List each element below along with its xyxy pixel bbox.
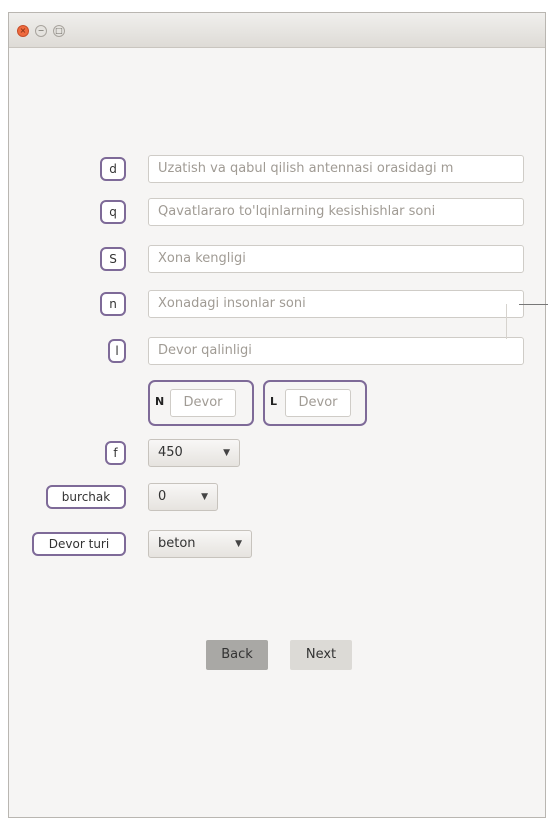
people-count-input[interactable]: Xonadagi insonlar soni xyxy=(148,290,524,318)
wall-thickness-input[interactable]: Devor qalinligi xyxy=(148,337,524,365)
frequency-select[interactable]: 450 ▼ xyxy=(148,439,240,467)
angle-value: 0 xyxy=(158,489,167,504)
chevron-down-icon: ▼ xyxy=(201,492,208,502)
maximize-window-button[interactable]: □ xyxy=(53,25,65,37)
label-d: d xyxy=(100,157,126,181)
label-s: S xyxy=(100,247,126,271)
label-f: f xyxy=(105,441,126,465)
wall-type-value: beton xyxy=(158,536,196,551)
intersections-input[interactable]: Qavatlararo to'lqinlarning kesishishlar … xyxy=(148,198,524,226)
angle-select[interactable]: 0 ▼ xyxy=(148,483,218,511)
wall-l-group: L Devor xyxy=(263,380,367,426)
title-bar: × − □ xyxy=(9,13,545,48)
label-l: l xyxy=(108,339,126,363)
wall-type-select[interactable]: beton ▼ xyxy=(148,530,252,558)
label-q: q xyxy=(100,200,126,224)
wall-l-input[interactable]: Devor xyxy=(285,389,351,417)
frequency-value: 450 xyxy=(158,445,183,460)
chevron-down-icon: ▼ xyxy=(235,539,242,549)
label-n: n xyxy=(100,292,126,316)
distance-input[interactable]: Uzatish va qabul qilish antennasi orasid… xyxy=(148,155,524,183)
side-connector-line xyxy=(519,304,548,305)
label-devor-turi: Devor turi xyxy=(32,532,126,556)
wall-n-group: N Devor xyxy=(148,380,254,426)
room-width-input[interactable]: Xona kengligi xyxy=(148,245,524,273)
wall-n-input[interactable]: Devor xyxy=(170,389,236,417)
next-button[interactable]: Next xyxy=(290,640,352,670)
close-window-button[interactable]: × xyxy=(17,25,29,37)
side-connector-vertical xyxy=(506,304,507,339)
chevron-down-icon: ▼ xyxy=(223,448,230,458)
wall-n-label: N xyxy=(155,395,165,408)
minimize-window-button[interactable]: − xyxy=(35,25,47,37)
label-burchak: burchak xyxy=(46,485,126,509)
wall-l-label: L xyxy=(270,395,278,408)
back-button[interactable]: Back xyxy=(206,640,268,670)
